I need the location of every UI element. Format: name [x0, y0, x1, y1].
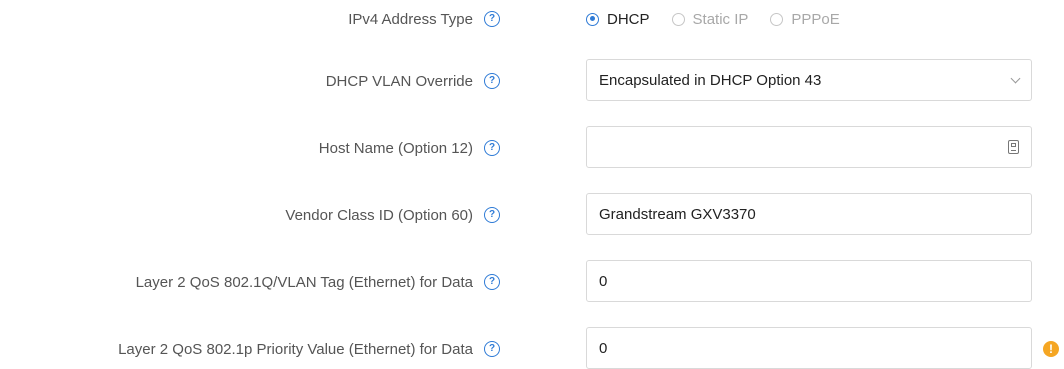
warning-icon[interactable]: !	[1043, 341, 1059, 357]
help-icon[interactable]: ?	[484, 207, 500, 223]
host-name-label: Host Name (Option 12)	[318, 139, 473, 157]
ipv4-address-type-radio-group: DHCP Static IP PPPoE	[586, 7, 862, 31]
vendor-class-id-value: Grandstream GXV3370	[599, 205, 756, 223]
radio-dhcp-circle[interactable]	[586, 12, 599, 26]
radio-pppoe[interactable]: PPPoE	[770, 10, 840, 28]
dhcp-vlan-override-value: Encapsulated in DHCP Option 43	[599, 71, 822, 89]
vendor-class-id-input[interactable]: Grandstream GXV3370	[586, 193, 1032, 235]
help-icon[interactable]: ?	[484, 11, 500, 27]
ipv4-address-type-label: IPv4 Address Type	[348, 10, 473, 28]
qos-priority-input[interactable]: 0	[586, 327, 1032, 369]
help-icon[interactable]: ?	[484, 73, 500, 89]
qos-vlan-tag-input[interactable]: 0	[586, 260, 1032, 302]
help-icon[interactable]: ?	[484, 274, 500, 290]
host-name-input[interactable]	[586, 126, 1032, 168]
qos-vlan-tag-label-wrap: Layer 2 QoS 802.1Q/VLAN Tag (Ethernet) f…	[136, 270, 500, 294]
dhcp-vlan-override-select[interactable]: Encapsulated in DHCP Option 43	[586, 59, 1032, 101]
vendor-class-id-label: Vendor Class ID (Option 60)	[285, 206, 473, 224]
keyboard-icon[interactable]	[1008, 140, 1019, 154]
host-name-label-wrap: Host Name (Option 12) ?	[319, 136, 500, 160]
radio-dhcp-label: DHCP	[607, 10, 650, 28]
radio-dhcp[interactable]: DHCP	[586, 11, 650, 28]
radio-static-ip-circle[interactable]	[671, 12, 685, 26]
qos-priority-label: Layer 2 QoS 802.1p Priority Value (Ether…	[118, 340, 473, 358]
vendor-class-id-label-wrap: Vendor Class ID (Option 60) ?	[285, 203, 500, 227]
radio-pppoe-label: PPPoE	[791, 10, 840, 28]
qos-vlan-tag-value: 0	[599, 272, 608, 290]
radio-static-ip-label: Static IP	[692, 10, 749, 28]
ipv4-address-type-label-wrap: IPv4 Address Type ?	[348, 7, 500, 31]
dhcp-vlan-override-label-wrap: DHCP VLAN Override ?	[326, 69, 500, 93]
help-icon[interactable]: ?	[484, 140, 500, 156]
radio-pppoe-circle[interactable]	[770, 12, 784, 26]
qos-vlan-tag-label: Layer 2 QoS 802.1Q/VLAN Tag (Ethernet) f…	[135, 273, 473, 291]
chevron-down-icon	[1010, 73, 1021, 83]
radio-static-ip[interactable]: Static IP	[671, 10, 749, 28]
dhcp-vlan-override-label: DHCP VLAN Override	[325, 72, 473, 90]
help-icon[interactable]: ?	[484, 341, 500, 357]
qos-priority-value: 0	[599, 339, 608, 357]
qos-priority-label-wrap: Layer 2 QoS 802.1p Priority Value (Ether…	[118, 337, 500, 361]
